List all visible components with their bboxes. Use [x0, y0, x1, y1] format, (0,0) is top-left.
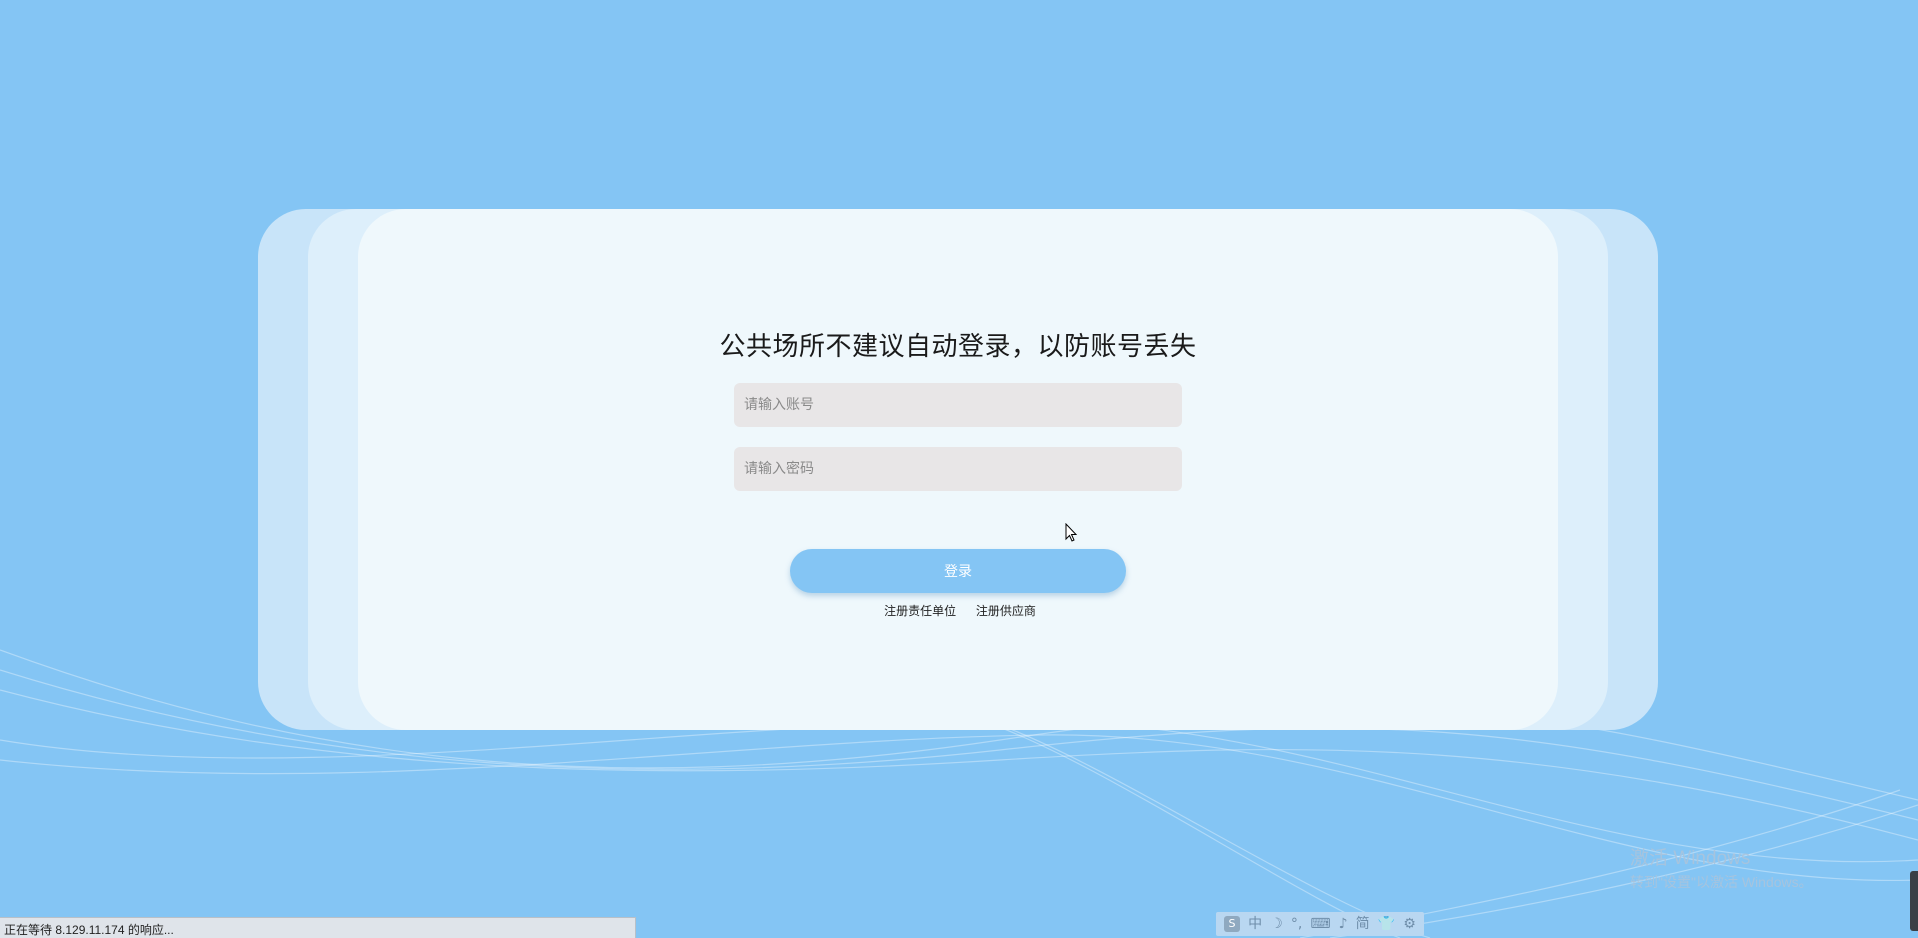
sogou-logo-icon[interactable]: S: [1224, 916, 1241, 932]
register-supplier-link[interactable]: 注册供应商: [976, 604, 1036, 618]
register-links: 注册责任单位 注册供应商: [860, 602, 1060, 619]
settings-gear-icon[interactable]: ⚙: [1403, 912, 1416, 936]
watermark-title: 激活 Windows: [1630, 848, 1751, 869]
keyboard-icon[interactable]: ⌨: [1310, 912, 1330, 936]
mouse-cursor-icon: [1065, 523, 1078, 542]
account-input[interactable]: [734, 383, 1182, 427]
windows-activation-watermark: 激活 Windows 转到"设置"以激活 Windows。: [1630, 843, 1813, 892]
login-title: 公共场所不建议自动登录，以防账号丢失: [719, 332, 1197, 362]
voice-icon[interactable]: ♪: [1339, 912, 1348, 936]
punctuation-icon[interactable]: °,: [1291, 912, 1302, 936]
password-input[interactable]: [734, 447, 1182, 491]
simplified-icon[interactable]: 简: [1356, 912, 1370, 936]
ime-toolbar[interactable]: S 中 ☽ °, ⌨ ♪ 简 👕 ⚙: [1216, 912, 1424, 936]
skin-shirt-icon[interactable]: 👕: [1378, 912, 1395, 936]
chinese-mode-icon[interactable]: 中: [1248, 912, 1262, 936]
browser-status-bar: 正在等待 8.129.11.174 的响应...: [0, 917, 636, 938]
register-responsible-unit-link[interactable]: 注册责任单位: [884, 604, 956, 618]
watermark-subtitle: 转到"设置"以激活 Windows。: [1630, 874, 1813, 890]
login-button[interactable]: 登录: [790, 549, 1126, 593]
edge-side-handle[interactable]: [1910, 871, 1918, 931]
half-width-moon-icon[interactable]: ☽: [1270, 912, 1283, 936]
